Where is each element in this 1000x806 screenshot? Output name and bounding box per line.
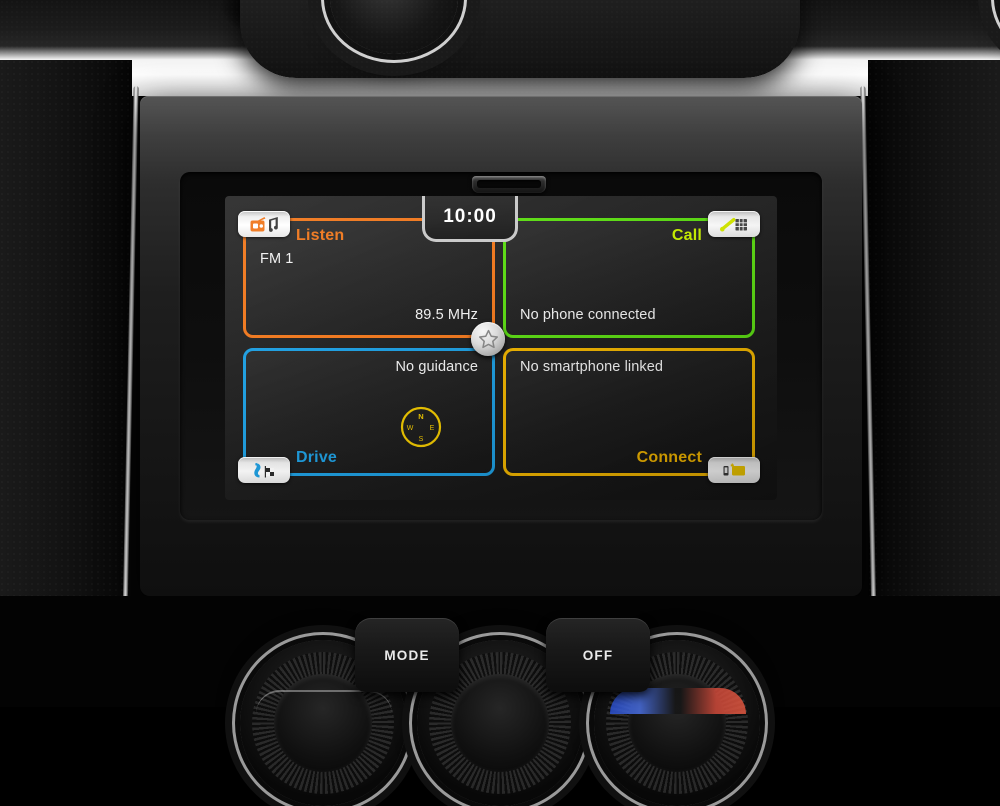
star-icon	[478, 329, 499, 349]
connect-status: No smartphone linked	[520, 359, 663, 375]
svg-text:N: N	[418, 412, 423, 421]
console-trim-right	[868, 60, 1000, 640]
console-trim-left	[0, 60, 132, 640]
home-screen: Listen FM 1 89.5 MHz	[225, 196, 777, 500]
head-unit: VOL	[140, 96, 862, 596]
dashboard-top-panel	[0, 0, 1000, 96]
clock-widget[interactable]: 10:00	[422, 196, 518, 242]
off-button[interactable]: OFF	[546, 618, 650, 692]
listen-frequency: 89.5 MHz	[415, 307, 478, 323]
smartphone-screen-icon	[719, 462, 749, 479]
cabin-background: VOL	[0, 0, 1000, 707]
call-status: No phone connected	[520, 307, 656, 323]
navigation-flag-icon	[249, 462, 279, 479]
head-unit-gloss	[140, 96, 862, 182]
call-icon-chip[interactable]	[708, 211, 760, 237]
drive-icon-chip[interactable]	[238, 457, 290, 483]
quadrant-connect[interactable]: Connect No smartphone linked	[503, 348, 755, 476]
quadrant-call[interactable]: Call No phone connected	[503, 218, 755, 338]
listen-title: Listen	[296, 227, 344, 245]
listen-icon-chip[interactable]	[238, 211, 290, 237]
listen-band: FM 1	[260, 251, 293, 267]
svg-text:S: S	[419, 436, 424, 443]
sensor-slot	[472, 176, 546, 193]
fan-speed-scale	[256, 690, 392, 714]
call-title: Call	[672, 227, 702, 245]
svg-text:E: E	[430, 425, 435, 432]
dashboard-texture	[0, 0, 1000, 96]
off-button-label: OFF	[583, 648, 614, 663]
radio-music-icon	[249, 216, 279, 233]
mode-button-label: MODE	[384, 648, 429, 663]
clock-time: 10:00	[443, 206, 497, 228]
screen-bezel: Listen FM 1 89.5 MHz	[180, 172, 822, 520]
drive-status: No guidance	[395, 359, 478, 375]
favourite-star-button[interactable]	[471, 322, 505, 356]
mode-button[interactable]: MODE	[355, 618, 459, 692]
compass-icon: N S W E	[396, 402, 446, 457]
connect-icon-chip[interactable]	[708, 457, 760, 483]
lcd-display[interactable]: Listen FM 1 89.5 MHz	[225, 196, 777, 500]
connect-title: Connect	[637, 449, 702, 467]
climate-control-panel: MODE OFF	[0, 596, 1000, 707]
svg-text:W: W	[407, 425, 414, 432]
quadrant-drive[interactable]: Drive No guidance N S W	[243, 348, 495, 476]
phone-keypad-icon	[719, 216, 749, 233]
drive-title: Drive	[296, 449, 337, 467]
